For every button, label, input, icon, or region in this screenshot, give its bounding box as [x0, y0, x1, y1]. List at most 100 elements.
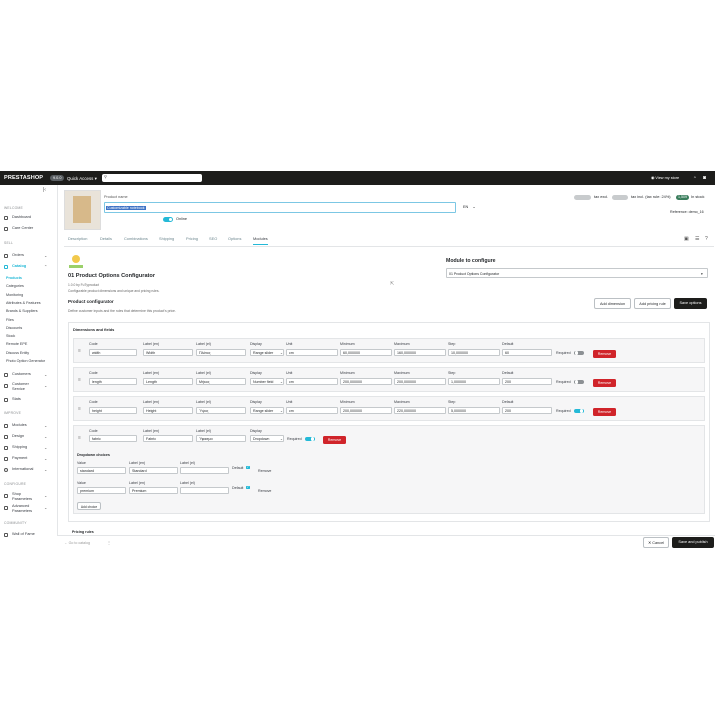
chevron-up-icon: ⌃: [44, 263, 48, 269]
remove-button[interactable]: Remove: [323, 435, 346, 444]
remove-button[interactable]: Remove: [593, 349, 616, 358]
tab-shipping[interactable]: Shipping: [159, 236, 174, 242]
save-and-publish-button[interactable]: Save and publish: [672, 537, 714, 548]
choice-label-el-input[interactable]: [180, 467, 229, 474]
account-icon[interactable]: ◙: [703, 175, 706, 181]
code-input[interactable]: length: [89, 378, 137, 385]
choice-label-el-input[interactable]: [180, 487, 229, 494]
step-input[interactable]: 10,000000: [448, 349, 500, 356]
language-select[interactable]: EN ⌄: [463, 205, 476, 210]
dimensions-title: Dimensions and fields: [73, 327, 115, 332]
cancel-button[interactable]: ✕ Cancel: [643, 537, 669, 548]
required-toggle[interactable]: [574, 408, 584, 413]
display-input[interactable]: Range slider ⌄: [250, 407, 284, 414]
catalog-sub-item[interactable]: Photo Option Generator: [6, 359, 45, 363]
default-input[interactable]: 60: [502, 349, 552, 356]
catalog-sub-item[interactable]: Discounts: [6, 326, 22, 330]
tab-options[interactable]: Options: [228, 236, 241, 242]
remove-choice-link[interactable]: Remove: [258, 469, 271, 473]
remove-button[interactable]: Remove: [593, 378, 616, 387]
choice-value-input[interactable]: premium: [77, 487, 126, 494]
default-input[interactable]: 200: [502, 378, 552, 385]
catalog-sub-item[interactable]: Files: [6, 318, 14, 322]
label-en-input[interactable]: Width: [143, 349, 193, 356]
min-input[interactable]: 200,000000: [340, 378, 392, 385]
max-input[interactable]: 200,000000: [394, 378, 446, 385]
brand-logo[interactable]: PRESTASHOP: [4, 175, 43, 182]
unit-input[interactable]: cm: [286, 349, 338, 356]
product-thumbnail[interactable]: [64, 190, 101, 230]
tab-seo[interactable]: SEO: [209, 236, 217, 242]
step-input[interactable]: 5,000000: [448, 407, 500, 414]
quick-access-menu[interactable]: Quick Access ▾: [67, 176, 97, 181]
save-options-button[interactable]: Save options: [674, 298, 707, 309]
product-name-input[interactable]: Customizable notebook: [104, 202, 456, 213]
catalog-sub-item[interactable]: Discuss Entity: [6, 351, 29, 355]
tab-combinations[interactable]: Combinations: [124, 236, 148, 242]
bell-icon[interactable]: ◔: [693, 175, 696, 181]
step-input[interactable]: 1,000000: [448, 378, 500, 385]
required-toggle[interactable]: [574, 350, 584, 355]
default-checkbox[interactable]: ✓: [246, 465, 250, 470]
collapse-sidebar-icon[interactable]: |‹: [43, 187, 46, 193]
label-en-input[interactable]: Length: [143, 378, 193, 385]
label-el-input[interactable]: Ύψος: [196, 407, 246, 414]
drag-handle-icon[interactable]: ≡: [78, 348, 81, 354]
display-input[interactable]: Number field ⌄: [250, 378, 284, 385]
display-input[interactable]: Range slider ⌄: [250, 349, 284, 356]
code-input[interactable]: width: [89, 349, 137, 356]
view-store-link[interactable]: ◉ View my store: [651, 176, 679, 181]
online-toggle[interactable]: [163, 217, 173, 222]
label-el-input[interactable]: Πλάτος: [196, 349, 246, 356]
default-checkbox[interactable]: ✓: [246, 485, 250, 490]
label-en-input[interactable]: Fabric: [143, 435, 193, 442]
preview-icon[interactable]: ▣: [684, 236, 689, 242]
max-input[interactable]: 160,000000: [394, 349, 446, 356]
unit-input[interactable]: cm: [286, 378, 338, 385]
price-tax-incl-badge: [612, 195, 628, 200]
max-input[interactable]: 220,000000: [394, 407, 446, 414]
list-icon[interactable]: ☰: [695, 236, 699, 242]
choice-value-input[interactable]: standard: [77, 467, 126, 474]
min-input[interactable]: 200,000000: [340, 407, 392, 414]
label-en-input[interactable]: Height: [143, 407, 193, 414]
drag-handle-icon[interactable]: ≡: [78, 377, 81, 383]
required-toggle[interactable]: [574, 379, 584, 384]
label-el-input[interactable]: Μήκος: [196, 378, 246, 385]
catalog-sub-item[interactable]: Monitoring: [6, 293, 23, 297]
unit-input[interactable]: cm: [286, 407, 338, 414]
more-options-icon[interactable]: ⋮: [107, 540, 111, 546]
catalog-sub-item[interactable]: Remote EPE: [6, 342, 27, 346]
catalog-sub-item[interactable]: Attributes & Features: [6, 301, 41, 305]
required-toggle[interactable]: [305, 436, 315, 441]
help-icon[interactable]: ?: [705, 236, 708, 242]
go-to-catalog-link[interactable]: ← Go to catalog: [64, 541, 90, 545]
tab-details[interactable]: Details: [100, 236, 112, 242]
add-dimension-button[interactable]: Add dimension: [594, 298, 631, 309]
search-box[interactable]: ⚲ Search (e.g.: product reference, custo…: [102, 174, 202, 182]
default-input[interactable]: 200: [502, 407, 552, 414]
choice-label-en-input[interactable]: Premium: [129, 487, 178, 494]
catalog-sub-item[interactable]: Brands & Suppliers: [6, 309, 38, 313]
choice-label-en-input[interactable]: Standard: [129, 467, 178, 474]
add-choice-button[interactable]: Add choice: [77, 502, 101, 510]
catalog-sub-item[interactable]: Products: [6, 276, 22, 280]
tab-modules[interactable]: Modules: [253, 236, 268, 245]
label-el-value: Μήκος: [199, 380, 210, 385]
remove-choice-link[interactable]: Remove: [258, 489, 271, 493]
code-input[interactable]: height: [89, 407, 137, 414]
remove-button[interactable]: Remove: [593, 407, 616, 416]
code-input[interactable]: fabric: [89, 435, 137, 442]
label-el-input[interactable]: Ύφασμα: [196, 435, 246, 442]
drag-handle-icon[interactable]: ≡: [78, 406, 81, 412]
fabric-dimension-card: ≡ Code fabric Label (en) Fabric Label (e…: [73, 425, 705, 514]
min-input[interactable]: 60,000000: [340, 349, 392, 356]
tab-pricing[interactable]: Pricing: [186, 236, 198, 242]
module-select[interactable]: 01 Product Options Configurator ▾: [446, 268, 708, 278]
catalog-sub-item[interactable]: Categories: [6, 284, 24, 288]
tab-description[interactable]: Description: [68, 236, 87, 242]
catalog-sub-item[interactable]: Stock: [6, 334, 15, 338]
display-select[interactable]: Dropdown ⌄: [250, 435, 284, 442]
add-pricing-rule-button[interactable]: Add pricing rule: [634, 298, 671, 309]
drag-handle-icon[interactable]: ≡: [78, 435, 81, 441]
